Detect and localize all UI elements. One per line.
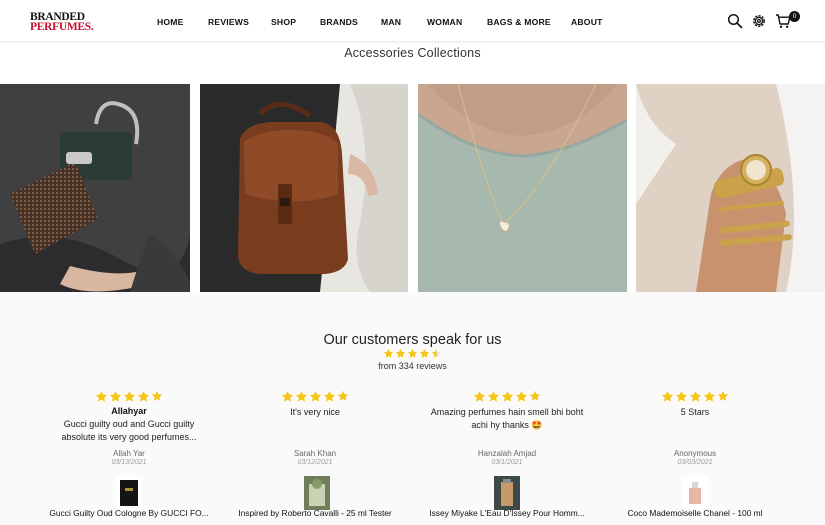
review-stars [473,390,541,402]
review-product-link[interactable]: Gucci Guilty Oud Cologne By GUCCI FO... [29,508,229,518]
review-date: 03/13/2021 [111,459,147,466]
review-product-link[interactable]: Inspired by Roberto Cavalli - 25 ml Test… [215,508,415,518]
review-product-link[interactable]: Coco Mademoiselle Chanel - 100 ml [595,508,795,518]
review-author: Anonymous [673,449,717,458]
collection-tile-watch[interactable] [636,84,825,292]
review-author: Sarah Khan [293,449,337,458]
reviews-title: Our customers speak for us [323,332,502,348]
nav-woman[interactable]: WOMAN [427,17,462,27]
logo-line-2: PERFUMES. [30,21,94,33]
nav-shop[interactable]: SHOP [271,17,296,27]
review-date: 03/03/2021 [677,459,713,466]
nav-reviews[interactable]: REVIEWS [208,17,249,27]
product-thumbnail[interactable] [116,476,142,510]
gear-icon[interactable] [751,13,767,29]
collection-tile-backpack[interactable] [200,84,408,292]
review-product-link[interactable]: Issey Miyake L'Eau D'Issey Pour Homm... [407,508,607,518]
review-date: 03/1/2021 [491,459,523,466]
review-title: Allahyar [111,406,147,416]
site-header: BRANDED PERFUMES. HOME REVIEWS SHOP BRAN… [0,0,825,41]
review-card[interactable]: 5 Stars Anonymous 03/03/2021 Coco Mademo… [600,390,790,518]
review-stars [95,390,163,402]
nav-man[interactable]: MAN [381,17,401,27]
review-body: It's very nice [290,407,340,417]
product-thumbnail[interactable] [304,476,330,510]
product-thumbnail[interactable] [494,476,520,510]
brand-logo[interactable]: BRANDED PERFUMES. [30,11,94,33]
review-body: Amazing perfumes hain smell bhi boht ach… [430,407,584,430]
collection-tile-handbag[interactable] [0,84,190,292]
average-rating-stars [383,348,442,358]
review-body: Gucci guilty oud and Gucci guilty absolu… [61,419,197,442]
product-thumbnail[interactable] [682,476,708,510]
review-date: 03/12/2021 [297,459,333,466]
nav-about[interactable]: ABOUT [571,17,603,27]
review-count: from 334 reviews [378,361,447,371]
review-card[interactable]: Amazing perfumes hain smell bhi boht ach… [412,390,602,518]
review-author: Allah Yar [113,449,145,458]
nav-home[interactable]: HOME [157,17,184,27]
collections-title: Accessories Collections [344,46,481,60]
search-icon[interactable] [727,13,743,29]
review-stars [281,390,349,402]
review-stars [661,390,729,402]
nav-bags-more[interactable]: BAGS & MORE [487,17,551,27]
collection-tile-necklace[interactable] [418,84,627,292]
review-card[interactable]: It's very nice Sarah Khan 03/12/2021 Ins… [220,390,410,518]
review-card[interactable]: Allahyar Gucci guilty oud and Gucci guil… [34,390,224,518]
nav-brands[interactable]: BRANDS [320,17,358,27]
cart-count-badge: 0 [789,11,800,22]
review-author: Hanzalah Amjad [477,449,537,458]
review-body: 5 Stars [680,407,710,417]
